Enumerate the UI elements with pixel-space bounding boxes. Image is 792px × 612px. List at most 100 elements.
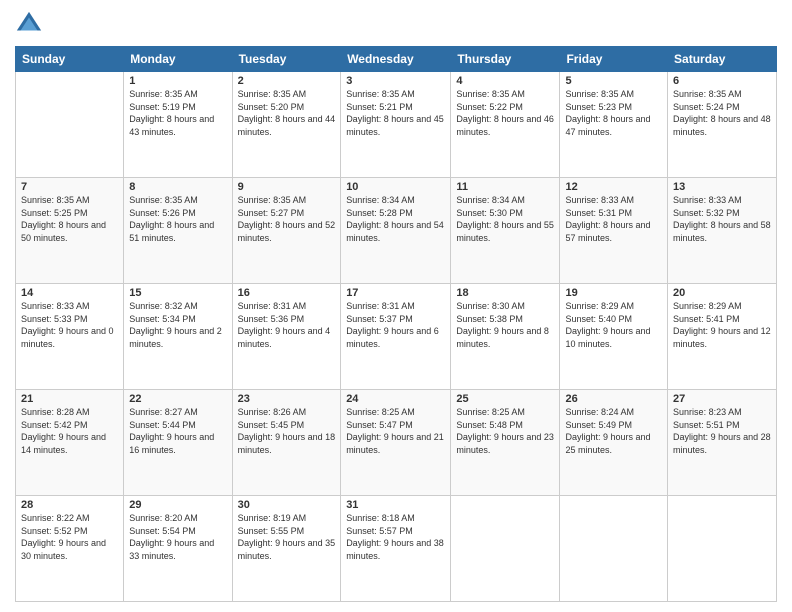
day-info: Sunrise: 8:34 AMSunset: 5:28 PMDaylight:… — [346, 194, 445, 244]
day-cell: 10Sunrise: 8:34 AMSunset: 5:28 PMDayligh… — [341, 178, 451, 284]
day-info: Sunrise: 8:18 AMSunset: 5:57 PMDaylight:… — [346, 512, 445, 562]
day-info: Sunrise: 8:29 AMSunset: 5:41 PMDaylight:… — [673, 300, 771, 350]
day-number: 23 — [238, 393, 336, 405]
day-info: Sunrise: 8:31 AMSunset: 5:37 PMDaylight:… — [346, 300, 445, 350]
day-cell: 28Sunrise: 8:22 AMSunset: 5:52 PMDayligh… — [16, 496, 124, 602]
weekday-header-monday: Monday — [124, 47, 232, 72]
day-cell: 30Sunrise: 8:19 AMSunset: 5:55 PMDayligh… — [232, 496, 341, 602]
day-number: 13 — [673, 181, 771, 193]
week-row-4: 21Sunrise: 8:28 AMSunset: 5:42 PMDayligh… — [16, 390, 777, 496]
day-number: 11 — [456, 181, 554, 193]
day-info: Sunrise: 8:32 AMSunset: 5:34 PMDaylight:… — [129, 300, 226, 350]
logo-icon — [15, 10, 43, 38]
weekday-header-tuesday: Tuesday — [232, 47, 341, 72]
day-cell: 27Sunrise: 8:23 AMSunset: 5:51 PMDayligh… — [668, 390, 777, 496]
day-cell: 29Sunrise: 8:20 AMSunset: 5:54 PMDayligh… — [124, 496, 232, 602]
day-number: 25 — [456, 393, 554, 405]
day-cell: 7Sunrise: 8:35 AMSunset: 5:25 PMDaylight… — [16, 178, 124, 284]
day-number: 17 — [346, 287, 445, 299]
week-row-1: 1Sunrise: 8:35 AMSunset: 5:19 PMDaylight… — [16, 72, 777, 178]
day-cell: 5Sunrise: 8:35 AMSunset: 5:23 PMDaylight… — [560, 72, 668, 178]
day-info: Sunrise: 8:35 AMSunset: 5:21 PMDaylight:… — [346, 88, 445, 138]
day-cell: 18Sunrise: 8:30 AMSunset: 5:38 PMDayligh… — [451, 284, 560, 390]
day-number: 24 — [346, 393, 445, 405]
weekday-header-friday: Friday — [560, 47, 668, 72]
weekday-header-thursday: Thursday — [451, 47, 560, 72]
day-number: 27 — [673, 393, 771, 405]
day-number: 7 — [21, 181, 118, 193]
week-row-3: 14Sunrise: 8:33 AMSunset: 5:33 PMDayligh… — [16, 284, 777, 390]
day-cell — [451, 496, 560, 602]
day-info: Sunrise: 8:28 AMSunset: 5:42 PMDaylight:… — [21, 406, 118, 456]
weekday-header-saturday: Saturday — [668, 47, 777, 72]
day-info: Sunrise: 8:25 AMSunset: 5:47 PMDaylight:… — [346, 406, 445, 456]
day-cell: 6Sunrise: 8:35 AMSunset: 5:24 PMDaylight… — [668, 72, 777, 178]
day-number: 26 — [565, 393, 662, 405]
header — [15, 10, 777, 38]
day-info: Sunrise: 8:35 AMSunset: 5:20 PMDaylight:… — [238, 88, 336, 138]
day-cell: 11Sunrise: 8:34 AMSunset: 5:30 PMDayligh… — [451, 178, 560, 284]
day-cell: 25Sunrise: 8:25 AMSunset: 5:48 PMDayligh… — [451, 390, 560, 496]
day-cell: 8Sunrise: 8:35 AMSunset: 5:26 PMDaylight… — [124, 178, 232, 284]
day-cell: 20Sunrise: 8:29 AMSunset: 5:41 PMDayligh… — [668, 284, 777, 390]
day-info: Sunrise: 8:35 AMSunset: 5:25 PMDaylight:… — [21, 194, 118, 244]
day-number: 28 — [21, 499, 118, 511]
day-number: 19 — [565, 287, 662, 299]
day-number: 15 — [129, 287, 226, 299]
day-info: Sunrise: 8:33 AMSunset: 5:32 PMDaylight:… — [673, 194, 771, 244]
day-info: Sunrise: 8:26 AMSunset: 5:45 PMDaylight:… — [238, 406, 336, 456]
logo — [15, 10, 47, 38]
day-info: Sunrise: 8:35 AMSunset: 5:24 PMDaylight:… — [673, 88, 771, 138]
day-info: Sunrise: 8:34 AMSunset: 5:30 PMDaylight:… — [456, 194, 554, 244]
day-number: 4 — [456, 75, 554, 87]
day-number: 29 — [129, 499, 226, 511]
weekday-header-wednesday: Wednesday — [341, 47, 451, 72]
day-number: 2 — [238, 75, 336, 87]
day-number: 14 — [21, 287, 118, 299]
day-number: 5 — [565, 75, 662, 87]
day-cell: 14Sunrise: 8:33 AMSunset: 5:33 PMDayligh… — [16, 284, 124, 390]
day-number: 1 — [129, 75, 226, 87]
calendar-table: SundayMondayTuesdayWednesdayThursdayFrid… — [15, 46, 777, 602]
day-info: Sunrise: 8:33 AMSunset: 5:31 PMDaylight:… — [565, 194, 662, 244]
day-number: 21 — [21, 393, 118, 405]
day-cell: 23Sunrise: 8:26 AMSunset: 5:45 PMDayligh… — [232, 390, 341, 496]
day-info: Sunrise: 8:35 AMSunset: 5:19 PMDaylight:… — [129, 88, 226, 138]
day-info: Sunrise: 8:23 AMSunset: 5:51 PMDaylight:… — [673, 406, 771, 456]
day-cell: 12Sunrise: 8:33 AMSunset: 5:31 PMDayligh… — [560, 178, 668, 284]
day-number: 3 — [346, 75, 445, 87]
day-info: Sunrise: 8:31 AMSunset: 5:36 PMDaylight:… — [238, 300, 336, 350]
day-number: 18 — [456, 287, 554, 299]
day-info: Sunrise: 8:20 AMSunset: 5:54 PMDaylight:… — [129, 512, 226, 562]
day-cell: 9Sunrise: 8:35 AMSunset: 5:27 PMDaylight… — [232, 178, 341, 284]
day-info: Sunrise: 8:35 AMSunset: 5:23 PMDaylight:… — [565, 88, 662, 138]
day-cell — [668, 496, 777, 602]
day-info: Sunrise: 8:25 AMSunset: 5:48 PMDaylight:… — [456, 406, 554, 456]
day-cell: 1Sunrise: 8:35 AMSunset: 5:19 PMDaylight… — [124, 72, 232, 178]
day-cell — [560, 496, 668, 602]
day-cell: 15Sunrise: 8:32 AMSunset: 5:34 PMDayligh… — [124, 284, 232, 390]
day-cell — [16, 72, 124, 178]
day-info: Sunrise: 8:35 AMSunset: 5:27 PMDaylight:… — [238, 194, 336, 244]
week-row-2: 7Sunrise: 8:35 AMSunset: 5:25 PMDaylight… — [16, 178, 777, 284]
day-cell: 22Sunrise: 8:27 AMSunset: 5:44 PMDayligh… — [124, 390, 232, 496]
weekday-header-sunday: Sunday — [16, 47, 124, 72]
day-cell: 26Sunrise: 8:24 AMSunset: 5:49 PMDayligh… — [560, 390, 668, 496]
day-number: 22 — [129, 393, 226, 405]
day-info: Sunrise: 8:33 AMSunset: 5:33 PMDaylight:… — [21, 300, 118, 350]
day-number: 12 — [565, 181, 662, 193]
day-info: Sunrise: 8:30 AMSunset: 5:38 PMDaylight:… — [456, 300, 554, 350]
day-cell: 31Sunrise: 8:18 AMSunset: 5:57 PMDayligh… — [341, 496, 451, 602]
day-info: Sunrise: 8:19 AMSunset: 5:55 PMDaylight:… — [238, 512, 336, 562]
day-cell: 24Sunrise: 8:25 AMSunset: 5:47 PMDayligh… — [341, 390, 451, 496]
day-info: Sunrise: 8:29 AMSunset: 5:40 PMDaylight:… — [565, 300, 662, 350]
day-number: 6 — [673, 75, 771, 87]
day-number: 30 — [238, 499, 336, 511]
day-cell: 19Sunrise: 8:29 AMSunset: 5:40 PMDayligh… — [560, 284, 668, 390]
day-number: 8 — [129, 181, 226, 193]
weekday-header-row: SundayMondayTuesdayWednesdayThursdayFrid… — [16, 47, 777, 72]
day-info: Sunrise: 8:22 AMSunset: 5:52 PMDaylight:… — [21, 512, 118, 562]
day-number: 20 — [673, 287, 771, 299]
page: SundayMondayTuesdayWednesdayThursdayFrid… — [0, 0, 792, 612]
day-cell: 13Sunrise: 8:33 AMSunset: 5:32 PMDayligh… — [668, 178, 777, 284]
